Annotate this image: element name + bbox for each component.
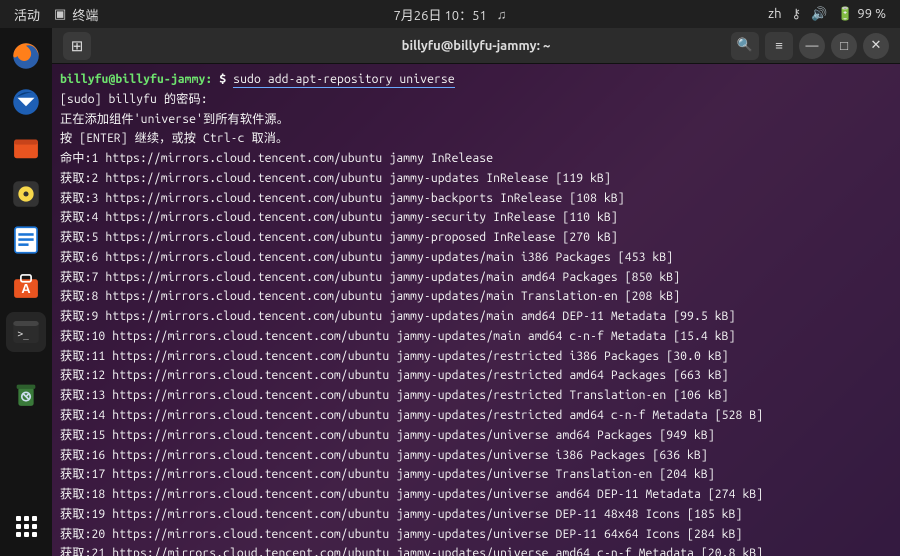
- terminal-line: [sudo] billyfu 的密码:: [60, 90, 892, 110]
- battery-icon: 🔋: [837, 7, 853, 22]
- svg-text:A: A: [21, 281, 30, 296]
- plus-tab-icon: ⊞: [71, 37, 84, 55]
- terminal-output[interactable]: billyfu@billyfu-jammy: $ sudo add-apt-re…: [52, 64, 900, 556]
- terminal-icon: ▣: [54, 7, 66, 22]
- dock-files[interactable]: [6, 128, 46, 168]
- window-title: billyfu@billyfu-jammy: ~: [402, 39, 551, 53]
- maximize-button[interactable]: □: [831, 33, 857, 59]
- battery-indicator[interactable]: 🔋 99 %: [837, 7, 886, 22]
- search-icon: 🔍: [737, 38, 753, 53]
- terminal-line: 获取:7 https://mirrors.cloud.tencent.com/u…: [60, 268, 892, 288]
- new-tab-button[interactable]: ⊞: [63, 32, 91, 60]
- terminal-line: 获取:9 https://mirrors.cloud.tencent.com/u…: [60, 307, 892, 327]
- hamburger-icon: ≡: [775, 38, 783, 53]
- terminal-line: 正在添加组件'universe'到所有软件源。: [60, 110, 892, 130]
- search-button[interactable]: 🔍: [731, 32, 759, 60]
- terminal-line: 获取:4 https://mirrors.cloud.tencent.com/u…: [60, 208, 892, 228]
- hamburger-menu-button[interactable]: ≡: [765, 32, 793, 60]
- dock-thunderbird[interactable]: [6, 82, 46, 122]
- minimize-button[interactable]: —: [799, 33, 825, 59]
- terminal-line: 按 [ENTER] 继续，或按 Ctrl-c 取消。: [60, 129, 892, 149]
- terminal-line: 获取:3 https://mirrors.cloud.tencent.com/u…: [60, 189, 892, 209]
- close-icon: ✕: [871, 38, 882, 53]
- app-menu[interactable]: ▣ 终端: [54, 5, 98, 24]
- terminal-line: 获取:19 https://mirrors.cloud.tencent.com/…: [60, 505, 892, 525]
- terminal-line: 命中:1 https://mirrors.cloud.tencent.com/u…: [60, 149, 892, 169]
- maximize-icon: □: [840, 38, 848, 53]
- dock-trash[interactable]: [6, 374, 46, 414]
- show-applications-button[interactable]: [6, 506, 46, 546]
- terminal-line: 获取:12 https://mirrors.cloud.tencent.com/…: [60, 366, 892, 386]
- terminal-line: 获取:18 https://mirrors.cloud.tencent.com/…: [60, 485, 892, 505]
- prompt-symbol: $: [219, 73, 226, 86]
- terminal-line: 获取:2 https://mirrors.cloud.tencent.com/u…: [60, 169, 892, 189]
- terminal-line: 获取:13 https://mirrors.cloud.tencent.com/…: [60, 386, 892, 406]
- minimize-icon: —: [806, 39, 819, 53]
- dock-terminal[interactable]: >_: [6, 312, 46, 352]
- terminal-line: 获取:10 https://mirrors.cloud.tencent.com/…: [60, 327, 892, 347]
- dock: A >_: [0, 28, 52, 556]
- clock[interactable]: 7月26日 10：51: [393, 5, 486, 24]
- terminal-window: ⊞ billyfu@billyfu-jammy: ~ 🔍 ≡ — □ ✕ bil…: [52, 28, 900, 556]
- input-language[interactable]: zh: [768, 7, 781, 21]
- terminal-line: 获取:11 https://mirrors.cloud.tencent.com/…: [60, 347, 892, 367]
- terminal-line: 获取:5 https://mirrors.cloud.tencent.com/u…: [60, 228, 892, 248]
- svg-text:>_: >_: [18, 329, 30, 340]
- terminal-line: 获取:15 https://mirrors.cloud.tencent.com/…: [60, 426, 892, 446]
- battery-label: 99 %: [857, 7, 886, 21]
- notification-icon[interactable]: ♫: [497, 7, 507, 22]
- terminal-line: 获取:17 https://mirrors.cloud.tencent.com/…: [60, 465, 892, 485]
- window-titlebar[interactable]: ⊞ billyfu@billyfu-jammy: ~ 🔍 ≡ — □ ✕: [52, 28, 900, 64]
- terminal-line: 获取:20 https://mirrors.cloud.tencent.com/…: [60, 525, 892, 545]
- terminal-line: 获取:14 https://mirrors.cloud.tencent.com/…: [60, 406, 892, 426]
- dock-software-store[interactable]: A: [6, 266, 46, 306]
- dock-firefox[interactable]: [6, 36, 46, 76]
- terminal-line: 获取:6 https://mirrors.cloud.tencent.com/u…: [60, 248, 892, 268]
- volume-icon[interactable]: 🔊: [811, 7, 827, 22]
- entered-command: sudo add-apt-repository universe: [233, 73, 455, 88]
- terminal-line: 获取:16 https://mirrors.cloud.tencent.com/…: [60, 446, 892, 466]
- terminal-line: 获取:21 https://mirrors.cloud.tencent.com/…: [60, 544, 892, 556]
- activities-button[interactable]: 活动: [14, 5, 40, 24]
- prompt-user: billyfu@billyfu-jammy:: [60, 73, 212, 86]
- app-menu-label: 终端: [72, 5, 98, 24]
- prompt-line: billyfu@billyfu-jammy: $ sudo add-apt-re…: [60, 70, 892, 90]
- dock-rhythmbox[interactable]: [6, 174, 46, 214]
- close-button[interactable]: ✕: [863, 33, 889, 59]
- gnome-topbar: 活动 ▣ 终端 7月26日 10：51 ♫ zh ⚷ 🔊 🔋 99 %: [0, 0, 900, 28]
- terminal-line: 获取:8 https://mirrors.cloud.tencent.com/u…: [60, 287, 892, 307]
- network-icon[interactable]: ⚷: [792, 7, 802, 22]
- dock-libreoffice-writer[interactable]: [6, 220, 46, 260]
